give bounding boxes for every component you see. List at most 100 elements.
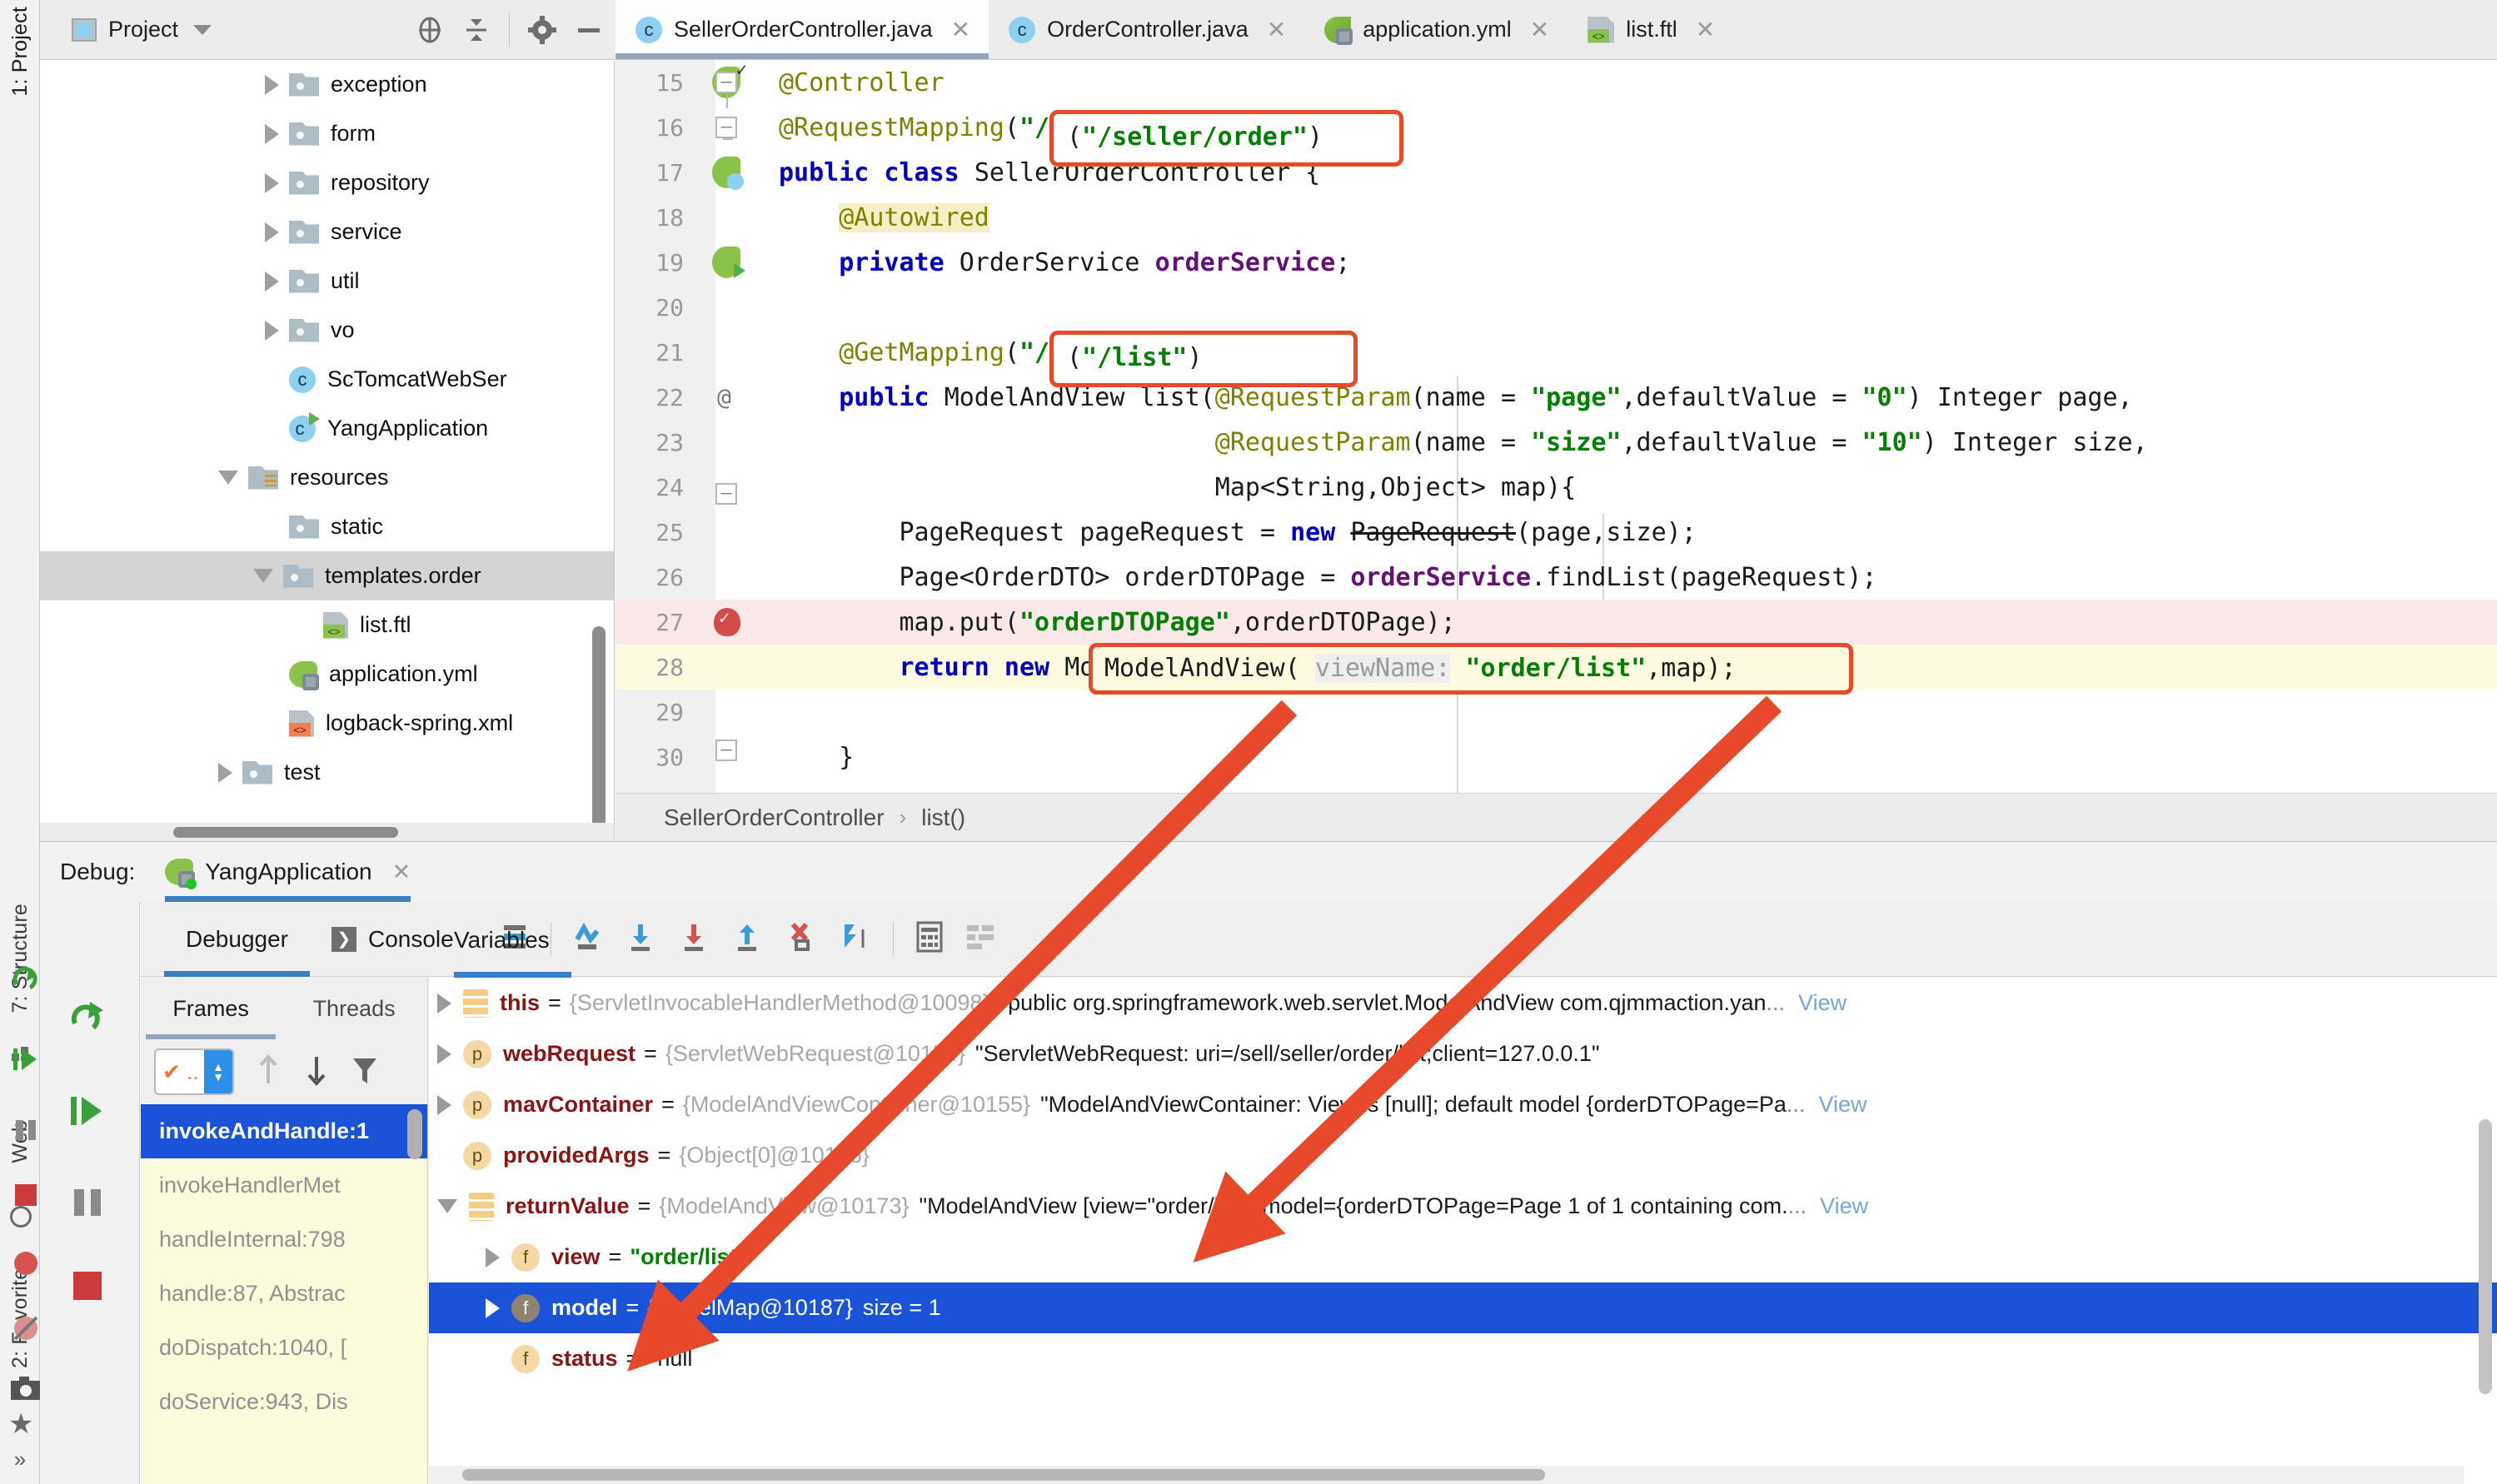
chevron-right-icon[interactable] [486,1247,500,1267]
chevron-right-icon[interactable] [437,1094,451,1115]
annotation-marker-icon[interactable]: @ [717,383,731,411]
frames-panel[interactable]: Frames Threads ✔ .. ▲ ▼ invokeAndHandle:… [141,978,428,1484]
editor-breadcrumb[interactable]: SellerOrderController › list() [616,793,2497,841]
gutter-marks[interactable] [695,330,764,375]
frames-threads-tabs[interactable]: Frames Threads [141,978,427,1039]
code-line-16[interactable]: 16 – @RequestMapping("/seller/order") [616,105,2497,150]
gutter-marks[interactable] [695,645,764,690]
view-link[interactable]: View [1818,1092,1867,1118]
close-icon[interactable]: ✕ [1530,16,1549,43]
debug-stop-icon[interactable] [12,1181,40,1213]
chevron-right-icon[interactable] [265,123,279,144]
collapse-all-icon[interactable] [462,16,491,44]
gutter-marks[interactable] [695,690,764,735]
frame-row[interactable]: handle:87, Abstrac [141,1267,427,1321]
breakpoint-icon[interactable] [714,608,740,636]
debug-pause-program-icon[interactable] [40,1175,140,1242]
tree-item-logback-spring-xml[interactable]: logback-spring.xml [40,699,614,748]
tab-debugger[interactable]: Debugger [164,902,310,977]
spring-autowire-icon[interactable] [712,247,745,278]
tab-threads[interactable]: Threads [303,978,406,1039]
view-link[interactable]: View [1820,1193,1868,1219]
settings-gear-icon[interactable] [528,15,556,44]
variable-row-providedargs[interactable]: p providedArgs = {Object[0]@10156} [437,1130,2497,1181]
chevron-right-icon[interactable] [265,74,279,95]
code-line-20[interactable]: 20 [616,285,2497,330]
close-icon[interactable]: ✕ [1267,16,1286,43]
chevron-right-icon[interactable] [437,993,451,1013]
code-line-15[interactable]: 15 – @Controller [616,60,2497,108]
code-line-17[interactable]: 17 public class SellerOrderController { [616,150,2497,195]
variable-row-view[interactable]: f view = "order/list" [437,1232,2497,1282]
tree-item-form[interactable]: form [40,109,614,158]
chevron-right-icon[interactable] [265,172,279,193]
gutter-marks[interactable]: – [695,105,764,150]
mute-breakpoints-icon[interactable] [12,1314,40,1347]
thread-selector[interactable]: ✔ .. ▲ ▼ [154,1048,234,1095]
frame-row[interactable]: invokeAndHandle:1 [141,1104,427,1158]
filter-icon[interactable] [351,1053,379,1091]
fold-marker[interactable]: – [715,483,737,505]
tree-item-service[interactable]: service [40,207,614,256]
gutter-marks[interactable]: – [695,735,764,779]
debug-rerun-icon[interactable] [12,966,40,998]
down-arrow-icon[interactable] [302,1053,331,1091]
code-line-25[interactable]: 25 PageRequest pageRequest = new PageReq… [616,510,2497,555]
frames-toolbar[interactable]: ✔ .. ▲ ▼ [141,1039,427,1104]
chevron-right-icon[interactable] [437,1043,451,1064]
variable-row-webrequest[interactable]: p webRequest = {ServletWebRequest@10154}… [437,1028,2497,1079]
code-line-27[interactable]: 27 map.put("orderDTOPage",orderDTOPage); [616,600,2497,645]
close-icon[interactable]: ✕ [392,859,411,885]
tree-vertical-scrollbar[interactable] [592,626,606,834]
gutter-marks[interactable] [695,420,764,465]
frame-row[interactable]: invokeHandlerMet [141,1158,427,1213]
frame-row[interactable]: doDispatch:1040, [ [141,1321,427,1375]
tab-frames[interactable]: Frames [146,978,276,1039]
tree-item-static[interactable]: static [40,502,614,551]
variable-row-returnvalue[interactable]: returnValue = {ModelAndView@10173} "Mode… [437,1181,2497,1232]
call-stack-list[interactable]: invokeAndHandle:1 invokeHandlerMet handl… [141,1104,427,1484]
debug-resume-icon[interactable] [12,1045,40,1078]
code-line-21[interactable]: 21 @GetMapping("/list") [616,330,2497,375]
breadcrumb-method[interactable]: list() [921,804,965,831]
minimize-icon[interactable] [575,16,603,44]
project-tree[interactable]: exception form repository service util v… [40,60,615,841]
gutter-marks[interactable] [695,555,764,600]
gutter-marks[interactable] [695,150,764,195]
tree-item-templates-order[interactable]: templates.order [40,551,614,600]
gutter-marks[interactable] [695,195,764,240]
gutter-marks[interactable] [695,285,764,330]
gutter-marks[interactable] [695,510,764,555]
variable-row-mavcontainer[interactable]: p mavContainer = {ModelAndViewContainer@… [437,1079,2497,1130]
close-icon[interactable]: ✕ [1696,16,1715,43]
variable-row-model[interactable]: f model = {ModelMap@10187} size = 1 [429,1282,2497,1333]
close-icon[interactable]: ✕ [951,16,970,43]
gutter-marks[interactable] [695,600,764,645]
chevron-right-icon[interactable] [265,320,279,341]
debug-breakpoint-icon[interactable] [12,1249,40,1282]
chevron-right-icon[interactable] [486,1297,500,1318]
tab-variables[interactable]: Variables [454,903,571,978]
tree-horizontal-scrollbar[interactable] [40,823,615,841]
debug-pause-icon[interactable] [12,1116,40,1148]
sidebar-item-project[interactable]: 1: Project [8,7,32,97]
editor-tab-application-yml[interactable]: application.yml ✕ [1304,0,1567,59]
tree-item-list-ftl[interactable]: list.ftl [40,600,614,650]
debug-restart-icon[interactable] [40,985,140,1052]
frame-row[interactable]: doService:943, Dis [141,1375,427,1429]
debug-resume-program-icon[interactable] [40,1083,140,1150]
tree-item-test[interactable]: test [40,748,614,797]
chevron-down-icon[interactable] [437,1199,457,1213]
fold-marker[interactable]: – [715,72,737,108]
spinner-icon[interactable]: ▲ ▼ [204,1050,232,1093]
gutter-marks[interactable]: @ [695,375,764,420]
code-line-24[interactable]: 24 – Map<String,Object> map){ [616,465,2497,510]
locate-icon[interactable] [416,16,444,44]
code-line-18[interactable]: 18 @Autowired [616,195,2497,240]
frames-scrollbar[interactable] [407,1109,422,1159]
gutter-marks[interactable]: – [695,60,764,108]
view-link[interactable]: View [1798,990,1847,1016]
tree-item-yangapplication[interactable]: YangApplication [40,404,614,453]
variable-row-this[interactable]: this = {ServletInvocableHandlerMethod@10… [437,978,2497,1028]
code-line-29[interactable]: 29 [616,690,2497,735]
